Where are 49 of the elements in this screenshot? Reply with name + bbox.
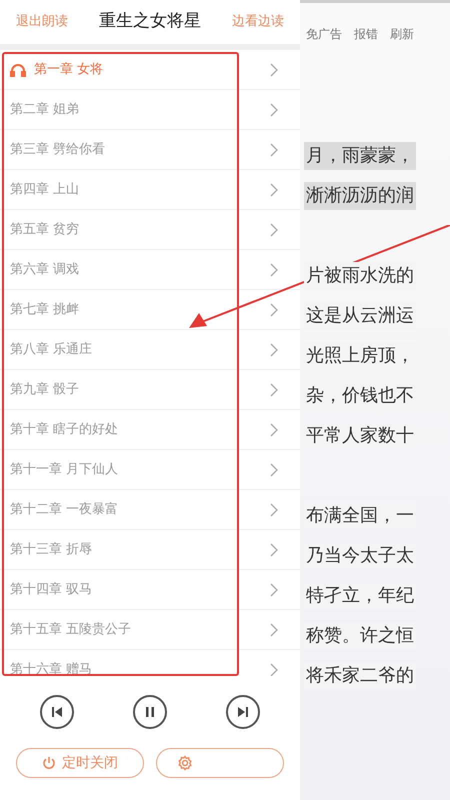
power-icon <box>42 756 56 770</box>
chevron-right-icon <box>270 462 278 476</box>
pause-button[interactable] <box>133 695 167 729</box>
chapter-title: 第二章 姐弟 <box>10 100 80 119</box>
chevron-right-icon <box>270 262 278 276</box>
exit-reading-link[interactable]: 退出朗读 <box>16 12 68 32</box>
settings-icon <box>177 755 193 771</box>
headphones-icon <box>10 62 26 76</box>
chapter-title: 第七章 挑衅 <box>10 300 80 319</box>
previous-track-button[interactable] <box>40 695 74 729</box>
chevron-right-icon <box>270 62 278 76</box>
chapter-title: 第十二章 一夜暴富 <box>10 500 118 519</box>
chevron-right-icon <box>270 502 278 516</box>
chevron-right-icon <box>270 662 278 676</box>
chapter-title: 第十三章 折辱 <box>10 540 92 559</box>
chapter-title: 第十五章 五陵贵公子 <box>10 620 132 639</box>
chapter-item[interactable]: 第一章 女将 <box>0 50 300 90</box>
chapter-title: 第三章 劈给你看 <box>10 140 106 159</box>
book-title: 重生之女将星 <box>99 10 201 34</box>
chapter-title: 第九章 骰子 <box>10 380 80 399</box>
toolbar-action[interactable]: 刷新 <box>390 25 414 73</box>
chevron-right-icon <box>270 342 278 356</box>
chapter-title: 第八章 乐通庄 <box>10 340 92 359</box>
toolbar-action[interactable]: 免广告 <box>306 25 342 73</box>
chapter-title: 第一章 女将 <box>34 60 104 79</box>
chapter-title: 第十四章 驭马 <box>10 580 92 599</box>
chapter-title: 第十章 瞎子的好处 <box>10 420 118 439</box>
chevron-right-icon <box>270 222 278 236</box>
chapter-title: 第十一章 月下仙人 <box>10 460 118 479</box>
next-track-icon <box>237 706 249 718</box>
previous-track-icon <box>51 706 63 718</box>
browse-reading-link[interactable]: 边看边读 <box>232 12 284 32</box>
next-track-button[interactable] <box>226 695 260 729</box>
chevron-right-icon <box>270 542 278 556</box>
chevron-right-icon <box>270 102 278 116</box>
chevron-right-icon <box>270 182 278 196</box>
chapter-title: 第六章 调戏 <box>10 260 80 279</box>
chapter-title: 第五章 贫穷 <box>10 220 80 239</box>
chapter-title: 第四章 上山 <box>10 180 80 199</box>
chevron-right-icon <box>270 382 278 396</box>
toolbar-action[interactable]: 报错 <box>354 25 378 73</box>
chapter-title: 第十六章 赠马 <box>10 660 92 676</box>
chevron-right-icon <box>270 582 278 596</box>
timer-off-button[interactable]: 定时关闭 <box>16 748 144 778</box>
chevron-right-icon <box>270 622 278 636</box>
chevron-right-icon <box>270 422 278 436</box>
chevron-right-icon <box>270 142 278 156</box>
chevron-right-icon <box>270 302 278 316</box>
pause-icon <box>144 706 156 718</box>
